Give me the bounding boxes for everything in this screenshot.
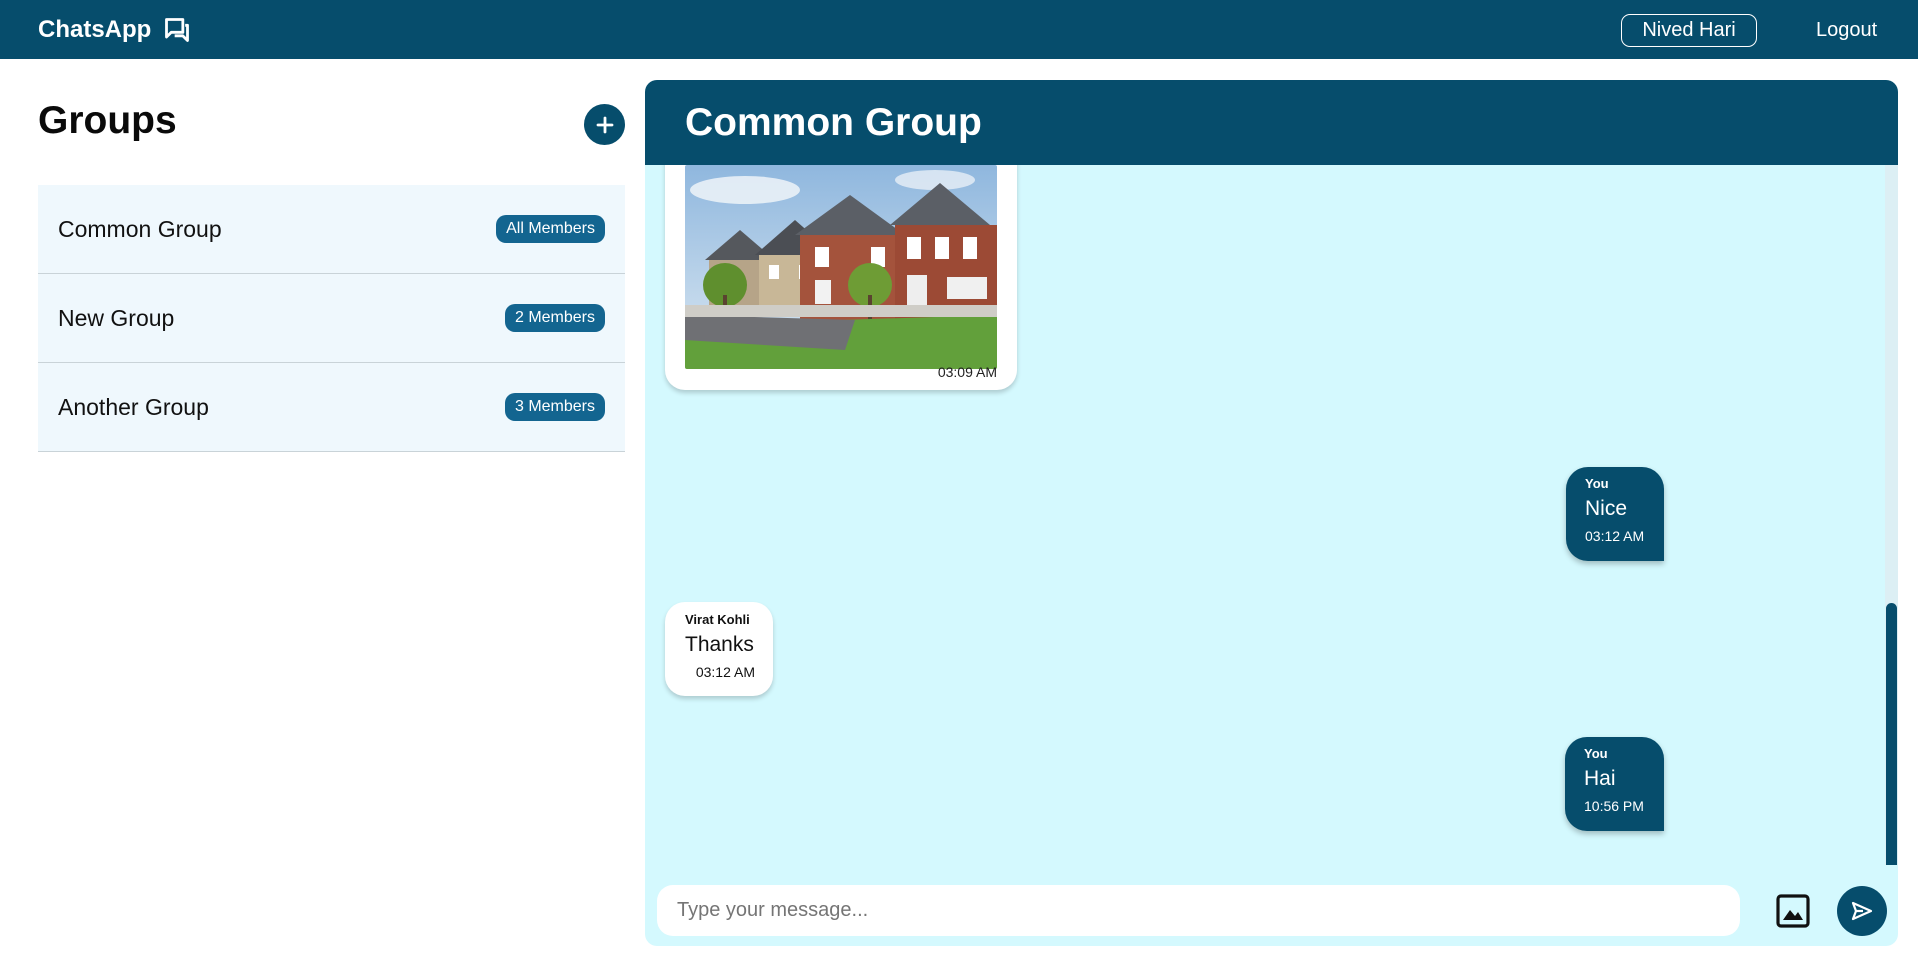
message-sender: You <box>1584 746 1608 761</box>
chat-bubbles-icon <box>165 17 190 42</box>
scrollbar-thumb[interactable] <box>1886 603 1897 865</box>
message-text: Nice <box>1585 497 1628 520</box>
group-name: New Group <box>58 304 175 331</box>
message-sender: Virat Kohli <box>685 612 750 627</box>
message-sender: You <box>1585 476 1609 491</box>
message-list[interactable]: 03:09 AM You Nice 03:12 AM Virat Kohli T… <box>645 165 1898 865</box>
add-group-button[interactable] <box>584 104 625 145</box>
brand[interactable]: ChatsApp <box>38 0 191 59</box>
message-bubble-outgoing: You Nice 03:12 AM <box>1566 467 1664 561</box>
logout-link[interactable]: Logout <box>1816 14 1877 47</box>
chat-panel: 03:09 AM You Nice 03:12 AM Virat Kohli T… <box>645 80 1898 946</box>
message-text: Thanks <box>685 633 754 656</box>
message-time: 10:56 PM <box>1584 798 1644 814</box>
plus-icon <box>596 116 613 133</box>
group-list: Common Group All Members New Group 2 Mem… <box>38 185 625 452</box>
brand-name: ChatsApp <box>38 15 152 43</box>
navbar: ChatsApp Nived Hari Logout <box>0 0 1918 59</box>
user-profile-button[interactable]: Nived Hari <box>1621 14 1757 47</box>
message-text: Hai <box>1584 767 1616 790</box>
message-composer <box>645 865 1898 946</box>
image-message-bubble: 03:09 AM <box>665 165 1017 390</box>
member-count-badge: All Members <box>496 215 605 243</box>
member-count-badge: 2 Members <box>504 304 605 332</box>
group-item-new-group[interactable]: New Group 2 Members <box>38 274 625 363</box>
groups-title: Groups <box>38 99 177 142</box>
message-bubble-outgoing: You Hai 10:56 PM <box>1565 737 1664 831</box>
house-photo[interactable] <box>685 165 997 369</box>
group-item-another-group[interactable]: Another Group 3 Members <box>38 363 625 452</box>
group-name: Common Group <box>58 215 222 242</box>
message-input[interactable] <box>657 885 1740 936</box>
send-icon <box>1851 901 1873 921</box>
message-bubble-incoming: Virat Kohli Thanks 03:12 AM <box>665 602 773 696</box>
message-time: 03:12 AM <box>695 664 755 680</box>
chat-header: Common Group <box>645 80 1898 165</box>
attach-image-button[interactable] <box>1775 893 1811 929</box>
member-count-badge: 3 Members <box>504 393 605 421</box>
chat-title: Common Group <box>685 100 982 144</box>
message-time: 03:09 AM <box>937 364 997 380</box>
image-icon <box>1776 894 1810 928</box>
send-button[interactable] <box>1837 886 1887 936</box>
group-name: Another Group <box>58 393 209 420</box>
group-item-common-group[interactable]: Common Group All Members <box>38 185 625 274</box>
message-time: 03:12 AM <box>1585 528 1645 544</box>
house-photo-image <box>685 165 997 369</box>
